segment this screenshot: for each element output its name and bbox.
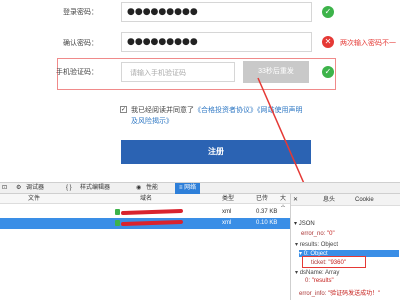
tab-network[interactable]: ≡ 网络 xyxy=(175,183,201,194)
ticket-highlight xyxy=(302,256,366,268)
network-table-header: 文件 域名 类型 已传 大小 xyxy=(0,194,290,212)
table-row[interactable]: xml 0.37 KB xyxy=(0,207,290,218)
tab-debugger[interactable]: 调试器 xyxy=(26,183,44,194)
table-row-selected[interactable]: xml 0.10 KB xyxy=(0,218,290,229)
row-transferred: 0.10 KB xyxy=(256,220,278,226)
lock-icon xyxy=(115,209,120,215)
redaction-mark xyxy=(120,219,184,227)
col-type[interactable]: 类型 xyxy=(222,194,234,204)
dock-icon[interactable]: ⊡ xyxy=(2,183,7,194)
col-transferred[interactable]: 已传 xyxy=(256,194,268,204)
json-line: error_info: "验证码发送成功！" xyxy=(299,291,381,297)
braces-icon: { } xyxy=(66,185,72,191)
bug-icon: ⚙ xyxy=(16,185,22,191)
panel-tabs: ✕ 息头 Cookie xyxy=(291,194,400,206)
response-panel: ✕ 息头 Cookie ▾ JSON error_no: "0" ▾ resul… xyxy=(290,194,400,300)
json-line[interactable]: ▾ dsName: Array xyxy=(295,269,339,276)
tab-headers[interactable]: 息头 xyxy=(323,194,335,206)
row-type: xml xyxy=(222,220,232,226)
tab-cookie[interactable]: Cookie xyxy=(355,194,374,206)
col-file[interactable]: 文件 xyxy=(28,194,40,204)
redaction-mark xyxy=(120,208,184,216)
tab-performance[interactable]: 性能 xyxy=(146,183,158,194)
lock-icon xyxy=(115,220,120,226)
gauge-icon: ◉ xyxy=(136,185,142,191)
devtools-toolbar: ⊡ ⚙ 调试器 { } 样式编辑器 ◉ 性能 ≡ 网络 xyxy=(0,182,400,194)
json-section-label[interactable]: ▾ JSON xyxy=(294,220,315,227)
json-line: error_no: "0" xyxy=(301,231,335,237)
json-line: 0: "results" xyxy=(305,278,334,284)
json-line[interactable]: ▾ results: Object xyxy=(295,241,338,248)
close-icon[interactable]: ✕ xyxy=(293,194,298,206)
row-type: xml xyxy=(222,209,232,215)
col-domain[interactable]: 域名 xyxy=(140,194,152,204)
row-transferred: 0.37 KB xyxy=(256,209,278,215)
tab-style-editor[interactable]: 样式编辑器 xyxy=(80,183,110,194)
